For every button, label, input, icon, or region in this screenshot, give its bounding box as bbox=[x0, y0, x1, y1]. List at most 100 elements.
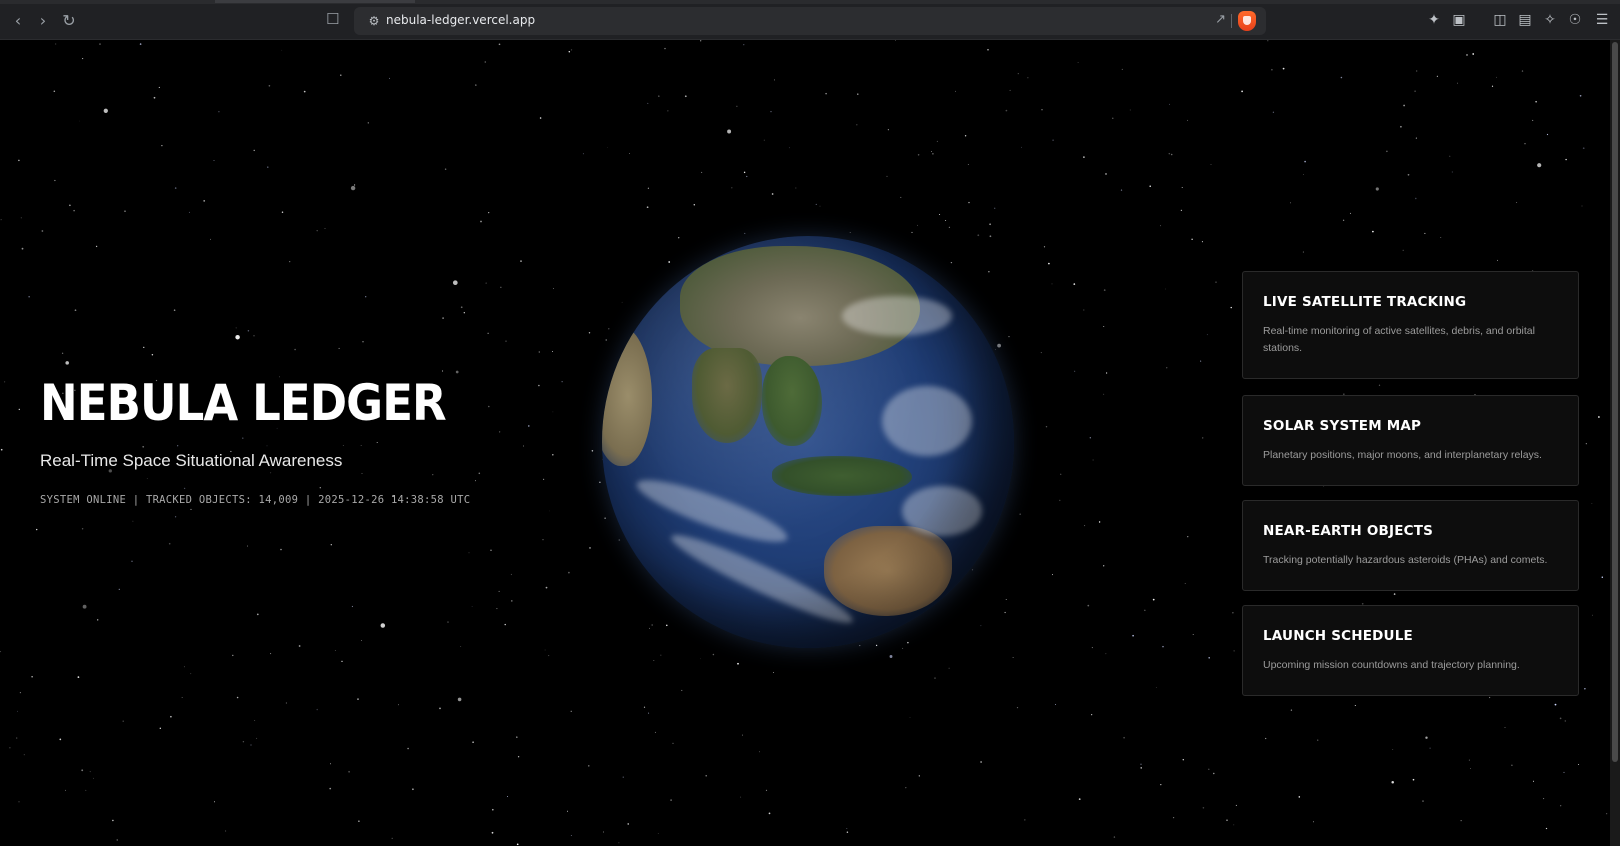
scrollbar-thumb[interactable] bbox=[1612, 42, 1618, 762]
star bbox=[994, 207, 996, 209]
back-icon[interactable]: ‹ bbox=[8, 10, 28, 30]
star bbox=[1166, 367, 1168, 369]
active-tab-indicator[interactable] bbox=[215, 0, 415, 3]
star bbox=[737, 662, 739, 665]
star bbox=[460, 645, 462, 647]
star bbox=[95, 245, 98, 248]
card-title: LAUNCH SCHEDULE bbox=[1263, 628, 1413, 644]
wallet-icon[interactable]: ▤ bbox=[1515, 10, 1535, 30]
star bbox=[99, 43, 101, 45]
star bbox=[511, 600, 513, 602]
extensions-icon[interactable]: ✦ bbox=[1424, 10, 1444, 30]
star bbox=[389, 77, 390, 79]
share-icon[interactable]: ↗ bbox=[1215, 12, 1226, 27]
star bbox=[1579, 94, 1582, 97]
star bbox=[158, 86, 160, 88]
star bbox=[380, 623, 386, 628]
browser-toolbar: ‹ › ↻ ☐ ⚙ nebula-ledger.vercel.app ↗ ✦ ▣… bbox=[0, 0, 1620, 40]
star bbox=[1017, 73, 1019, 75]
star bbox=[188, 211, 190, 213]
star bbox=[1105, 653, 1107, 655]
star bbox=[460, 306, 463, 309]
card-solar-system-map[interactable]: SOLAR SYSTEM MAP Planetary positions, ma… bbox=[1242, 395, 1579, 486]
star bbox=[1045, 425, 1048, 428]
vpn-icon[interactable]: ☉ bbox=[1565, 10, 1585, 30]
card-live-satellite-tracking[interactable]: LIVE SATELLITE TRACKING Real-time monito… bbox=[1242, 271, 1579, 379]
brave-shield-icon[interactable] bbox=[1238, 11, 1256, 31]
star bbox=[528, 425, 530, 427]
star bbox=[1585, 443, 1587, 445]
star bbox=[340, 74, 342, 76]
star bbox=[1497, 259, 1498, 261]
star bbox=[939, 214, 941, 215]
star bbox=[603, 831, 604, 833]
star bbox=[542, 478, 545, 481]
star bbox=[599, 481, 601, 483]
page-scrollbar[interactable] bbox=[1610, 40, 1620, 846]
forward-icon[interactable]: › bbox=[33, 10, 53, 30]
star bbox=[20, 217, 22, 219]
star bbox=[412, 788, 414, 791]
star bbox=[17, 710, 18, 712]
star bbox=[1378, 384, 1381, 386]
sidebar-icon[interactable]: ◫ bbox=[1490, 10, 1510, 30]
star bbox=[256, 737, 258, 739]
reload-icon[interactable]: ↻ bbox=[59, 10, 79, 30]
star bbox=[980, 761, 982, 763]
star bbox=[538, 384, 540, 387]
star bbox=[294, 348, 296, 351]
star bbox=[1304, 160, 1306, 163]
star bbox=[681, 689, 683, 691]
menu-icon[interactable]: ☰ bbox=[1592, 10, 1612, 30]
star bbox=[1469, 767, 1472, 770]
star bbox=[1400, 125, 1402, 128]
star bbox=[902, 647, 904, 649]
star bbox=[250, 744, 252, 746]
star bbox=[667, 110, 669, 112]
earth-globe[interactable] bbox=[602, 236, 1014, 648]
star bbox=[161, 144, 163, 147]
star bbox=[889, 655, 893, 658]
card-near-earth-objects[interactable]: NEAR-EARTH OBJECTS Tracking potentially … bbox=[1242, 500, 1579, 591]
star bbox=[457, 697, 462, 702]
star bbox=[1060, 473, 1062, 475]
site-settings-icon[interactable]: ⚙ bbox=[366, 13, 382, 29]
star bbox=[1535, 101, 1537, 103]
star bbox=[376, 442, 378, 443]
star bbox=[588, 765, 590, 767]
star bbox=[895, 40, 896, 41]
star bbox=[552, 351, 553, 352]
url-text[interactable]: nebula-ledger.vercel.app bbox=[386, 13, 535, 27]
star bbox=[81, 769, 84, 772]
star bbox=[491, 831, 494, 834]
star bbox=[1563, 771, 1565, 773]
star bbox=[819, 205, 821, 207]
screenshot-icon[interactable]: ▣ bbox=[1449, 10, 1469, 30]
star bbox=[1451, 171, 1453, 173]
star bbox=[1160, 783, 1162, 786]
star bbox=[285, 702, 287, 704]
star bbox=[329, 787, 332, 790]
star bbox=[1201, 241, 1203, 243]
star bbox=[701, 171, 703, 173]
star bbox=[1168, 152, 1171, 155]
star bbox=[55, 43, 57, 45]
star bbox=[1349, 212, 1351, 214]
card-launch-schedule[interactable]: LAUNCH SCHEDULE Upcoming mission countdo… bbox=[1242, 605, 1579, 696]
star bbox=[856, 124, 858, 126]
star bbox=[0, 219, 2, 221]
star bbox=[116, 839, 118, 841]
star bbox=[342, 445, 344, 446]
star bbox=[1152, 598, 1155, 601]
star bbox=[773, 672, 775, 673]
star bbox=[545, 586, 548, 589]
star bbox=[516, 736, 518, 738]
bookmark-icon[interactable]: ☐ bbox=[326, 10, 339, 28]
star bbox=[570, 49, 573, 51]
address-bar[interactable]: ⚙ nebula-ledger.vercel.app ↗ bbox=[354, 7, 1266, 35]
leo-ai-icon[interactable]: ✧ bbox=[1540, 10, 1560, 30]
star bbox=[1213, 772, 1215, 775]
star bbox=[765, 789, 768, 792]
star bbox=[1103, 393, 1105, 395]
star bbox=[1091, 647, 1093, 649]
